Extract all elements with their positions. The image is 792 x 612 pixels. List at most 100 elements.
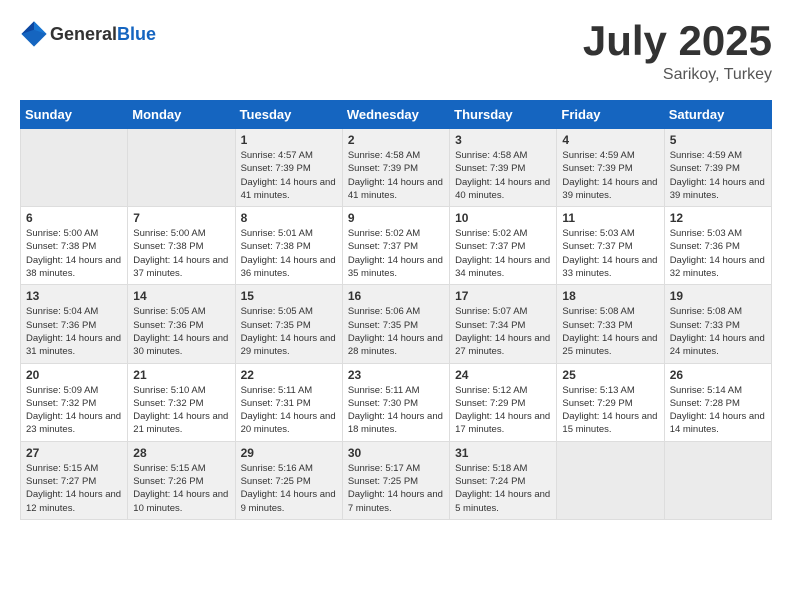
day-header: Sunday xyxy=(21,101,128,129)
day-info: Sunrise: 5:06 AM Sunset: 7:35 PM Dayligh… xyxy=(348,305,444,358)
day-number: 18 xyxy=(562,289,658,303)
day-number: 21 xyxy=(133,368,229,382)
day-number: 19 xyxy=(670,289,766,303)
day-info: Sunrise: 5:10 AM Sunset: 7:32 PM Dayligh… xyxy=(133,384,229,437)
logo-text-blue: Blue xyxy=(117,24,156,44)
calendar-cell: 14 Sunrise: 5:05 AM Sunset: 7:36 PM Dayli… xyxy=(128,285,235,363)
calendar-cell: 15Sunrise: 5:05 AM Sunset: 7:35 PM Dayli… xyxy=(235,285,342,363)
day-info: Sunrise: 4:59 AM Sunset: 7:39 PM Dayligh… xyxy=(670,149,766,202)
calendar-cell: 20 Sunrise: 5:09 AM Sunset: 7:32 PM Dayli… xyxy=(21,363,128,441)
day-info: Sunrise: 5:01 AM Sunset: 7:38 PM Dayligh… xyxy=(241,227,337,280)
day-header: Friday xyxy=(557,101,664,129)
day-info: Sunrise: 5:08 AM Sunset: 7:33 PM Dayligh… xyxy=(562,305,658,358)
day-number: 8 xyxy=(241,211,337,225)
day-number: 4 xyxy=(562,133,658,147)
day-info: Sunrise: 5:15 AM Sunset: 7:27 PM Dayligh… xyxy=(26,462,122,515)
day-info: Sunrise: 5:09 AM Sunset: 7:32 PM Dayligh… xyxy=(26,384,122,437)
day-header: Thursday xyxy=(450,101,557,129)
day-number: 28 xyxy=(133,446,229,460)
calendar-cell: 10Sunrise: 5:02 AM Sunset: 7:37 PM Dayli… xyxy=(450,207,557,285)
day-number: 20 xyxy=(26,368,122,382)
day-number: 6 xyxy=(26,211,122,225)
day-info: Sunrise: 5:00 AM Sunset: 7:38 PM Dayligh… xyxy=(26,227,122,280)
calendar-cell: 13 Sunrise: 5:04 AM Sunset: 7:36 PM Dayli… xyxy=(21,285,128,363)
day-info: Sunrise: 5:14 AM Sunset: 7:28 PM Dayligh… xyxy=(670,384,766,437)
location-subtitle: Sarikoy, Turkey xyxy=(583,66,772,84)
logo-text-general: General xyxy=(50,24,117,44)
calendar-cell: 6 Sunrise: 5:00 AM Sunset: 7:38 PM Daylig… xyxy=(21,207,128,285)
title-block: July 2025 Sarikoy, Turkey xyxy=(583,20,772,84)
day-info: Sunrise: 4:59 AM Sunset: 7:39 PM Dayligh… xyxy=(562,149,658,202)
calendar-table: SundayMondayTuesdayWednesdayThursdayFrid… xyxy=(20,100,772,520)
day-number: 11 xyxy=(562,211,658,225)
calendar-cell: 31 Sunrise: 5:18 AM Sunset: 7:24 PM Dayli… xyxy=(450,441,557,519)
day-info: Sunrise: 5:12 AM Sunset: 7:29 PM Dayligh… xyxy=(455,384,551,437)
day-header: Wednesday xyxy=(342,101,449,129)
day-number: 24 xyxy=(455,368,551,382)
page-header: GeneralBlue July 2025 Sarikoy, Turkey xyxy=(20,20,772,84)
calendar-cell: 2Sunrise: 4:58 AM Sunset: 7:39 PM Daylig… xyxy=(342,129,449,207)
day-number: 23 xyxy=(348,368,444,382)
day-info: Sunrise: 5:17 AM Sunset: 7:25 PM Dayligh… xyxy=(348,462,444,515)
day-number: 22 xyxy=(241,368,337,382)
calendar-cell xyxy=(557,441,664,519)
calendar-cell: 1 Sunrise: 4:57 AM Sunset: 7:39 PM Daylig… xyxy=(235,129,342,207)
calendar-cell: 26Sunrise: 5:14 AM Sunset: 7:28 PM Dayli… xyxy=(664,363,771,441)
day-number: 31 xyxy=(455,446,551,460)
day-number: 13 xyxy=(26,289,122,303)
day-number: 17 xyxy=(455,289,551,303)
day-header: Saturday xyxy=(664,101,771,129)
day-info: Sunrise: 5:04 AM Sunset: 7:36 PM Dayligh… xyxy=(26,305,122,358)
calendar-cell: 4 Sunrise: 4:59 AM Sunset: 7:39 PM Daylig… xyxy=(557,129,664,207)
calendar-cell: 25Sunrise: 5:13 AM Sunset: 7:29 PM Dayli… xyxy=(557,363,664,441)
day-info: Sunrise: 5:11 AM Sunset: 7:30 PM Dayligh… xyxy=(348,384,444,437)
logo-icon xyxy=(20,20,48,48)
calendar-cell: 23 Sunrise: 5:11 AM Sunset: 7:30 PM Dayli… xyxy=(342,363,449,441)
day-info: Sunrise: 5:08 AM Sunset: 7:33 PM Dayligh… xyxy=(670,305,766,358)
day-info: Sunrise: 5:05 AM Sunset: 7:36 PM Dayligh… xyxy=(133,305,229,358)
calendar-cell: 9Sunrise: 5:02 AM Sunset: 7:37 PM Daylig… xyxy=(342,207,449,285)
calendar-cell: 11Sunrise: 5:03 AM Sunset: 7:37 PM Dayli… xyxy=(557,207,664,285)
calendar-cell: 24 Sunrise: 5:12 AM Sunset: 7:29 PM Dayli… xyxy=(450,363,557,441)
day-number: 3 xyxy=(455,133,551,147)
calendar-cell: 21 Sunrise: 5:10 AM Sunset: 7:32 PM Dayli… xyxy=(128,363,235,441)
calendar-week-row: 13 Sunrise: 5:04 AM Sunset: 7:36 PM Dayli… xyxy=(21,285,772,363)
logo: GeneralBlue xyxy=(20,20,156,48)
calendar-cell: 22 Sunrise: 5:11 AM Sunset: 7:31 PM Dayli… xyxy=(235,363,342,441)
day-header: Tuesday xyxy=(235,101,342,129)
day-info: Sunrise: 4:57 AM Sunset: 7:39 PM Dayligh… xyxy=(241,149,337,202)
day-number: 2 xyxy=(348,133,444,147)
day-info: Sunrise: 5:16 AM Sunset: 7:25 PM Dayligh… xyxy=(241,462,337,515)
day-number: 16 xyxy=(348,289,444,303)
calendar-cell: 5 Sunrise: 4:59 AM Sunset: 7:39 PM Daylig… xyxy=(664,129,771,207)
day-info: Sunrise: 5:11 AM Sunset: 7:31 PM Dayligh… xyxy=(241,384,337,437)
day-info: Sunrise: 5:02 AM Sunset: 7:37 PM Dayligh… xyxy=(455,227,551,280)
calendar-week-row: 20 Sunrise: 5:09 AM Sunset: 7:32 PM Dayli… xyxy=(21,363,772,441)
day-info: Sunrise: 4:58 AM Sunset: 7:39 PM Dayligh… xyxy=(455,149,551,202)
calendar-header-row: SundayMondayTuesdayWednesdayThursdayFrid… xyxy=(21,101,772,129)
day-number: 7 xyxy=(133,211,229,225)
day-info: Sunrise: 5:00 AM Sunset: 7:38 PM Dayligh… xyxy=(133,227,229,280)
calendar-cell xyxy=(21,129,128,207)
month-title: July 2025 xyxy=(583,20,772,62)
calendar-cell: 19 Sunrise: 5:08 AM Sunset: 7:33 PM Dayli… xyxy=(664,285,771,363)
day-number: 14 xyxy=(133,289,229,303)
calendar-cell: 18 Sunrise: 5:08 AM Sunset: 7:33 PM Dayli… xyxy=(557,285,664,363)
calendar-cell xyxy=(664,441,771,519)
day-header: Monday xyxy=(128,101,235,129)
calendar-week-row: 27Sunrise: 5:15 AM Sunset: 7:27 PM Dayli… xyxy=(21,441,772,519)
day-info: Sunrise: 5:15 AM Sunset: 7:26 PM Dayligh… xyxy=(133,462,229,515)
day-number: 25 xyxy=(562,368,658,382)
day-number: 30 xyxy=(348,446,444,460)
calendar-cell: 28 Sunrise: 5:15 AM Sunset: 7:26 PM Dayli… xyxy=(128,441,235,519)
calendar-cell: 7 Sunrise: 5:00 AM Sunset: 7:38 PM Daylig… xyxy=(128,207,235,285)
calendar-cell xyxy=(128,129,235,207)
day-info: Sunrise: 5:07 AM Sunset: 7:34 PM Dayligh… xyxy=(455,305,551,358)
day-info: Sunrise: 5:18 AM Sunset: 7:24 PM Dayligh… xyxy=(455,462,551,515)
day-info: Sunrise: 5:03 AM Sunset: 7:36 PM Dayligh… xyxy=(670,227,766,280)
day-number: 1 xyxy=(241,133,337,147)
calendar-cell: 12Sunrise: 5:03 AM Sunset: 7:36 PM Dayli… xyxy=(664,207,771,285)
day-number: 15 xyxy=(241,289,337,303)
calendar-cell: 3 Sunrise: 4:58 AM Sunset: 7:39 PM Daylig… xyxy=(450,129,557,207)
day-number: 5 xyxy=(670,133,766,147)
